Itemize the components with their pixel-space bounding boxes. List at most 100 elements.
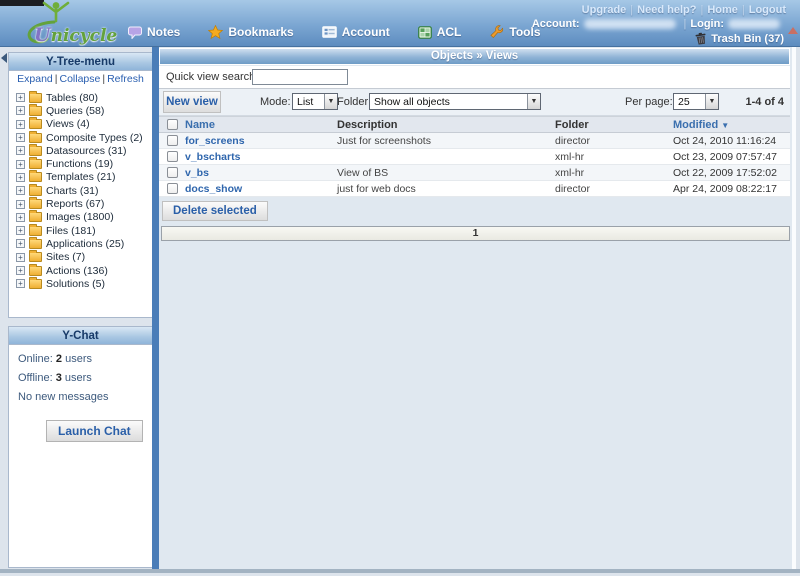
tree-item-solutions[interactable]: + Solutions (5) — [9, 277, 152, 290]
object-description: just for web docs — [337, 183, 555, 195]
nav-item-acl[interactable]: ACL — [418, 25, 462, 39]
tree-item-sites[interactable]: + Sites (7) — [9, 251, 152, 264]
trash-bin-link[interactable]: Trash Bin (37) — [695, 32, 784, 45]
expand-plus-icon[interactable]: + — [16, 266, 25, 275]
note-bubble-icon — [128, 26, 142, 39]
tree-item-views[interactable]: +Views (4) — [9, 118, 152, 131]
mode-select[interactable]: List ▼ — [292, 93, 338, 110]
tree-item-composite-types[interactable]: +Composite Types (2) — [9, 131, 152, 144]
delete-selected-button[interactable]: Delete selected — [162, 201, 268, 221]
expand-link[interactable]: Expand — [17, 73, 53, 85]
expand-plus-icon[interactable]: + — [16, 226, 25, 235]
tree-item-label: Solutions (5) — [46, 278, 105, 290]
objects-table: Name Description Folder Modified▼ for_sc… — [159, 116, 790, 197]
trash-icon — [694, 31, 708, 46]
nav-item-account[interactable]: Account — [322, 25, 390, 39]
link-need-help[interactable]: Need help? — [637, 4, 696, 16]
column-header-description[interactable]: Description — [337, 119, 555, 131]
select-all-checkbox[interactable] — [167, 119, 178, 130]
top-utility-links: Upgrade|Need help?|Home|Logout — [582, 4, 786, 16]
chat-body: Online: 2 users Offline: 3 users No new … — [9, 345, 152, 450]
expand-plus-icon[interactable]: + — [16, 106, 25, 115]
tree-item-files[interactable]: +Files (181) — [9, 224, 152, 237]
wrench-icon — [489, 25, 504, 39]
object-name-link[interactable]: for_screens — [185, 135, 245, 147]
nav-item-bookmarks[interactable]: Bookmarks — [208, 25, 293, 39]
link-home[interactable]: Home — [707, 4, 738, 16]
column-header-name[interactable]: Name — [185, 119, 337, 131]
expand-plus-icon[interactable]: + — [16, 160, 25, 169]
separator: | — [696, 4, 707, 16]
row-checkbox[interactable] — [167, 167, 178, 178]
object-folder: director — [555, 183, 673, 195]
link-upgrade[interactable]: Upgrade — [582, 4, 627, 16]
refresh-link[interactable]: Refresh — [107, 73, 144, 85]
page-bottom-border — [0, 569, 800, 573]
expand-plus-icon[interactable]: + — [16, 93, 25, 102]
expand-plus-icon[interactable]: + — [16, 173, 25, 182]
page-right-edge — [792, 47, 796, 570]
expand-plus-icon[interactable]: + — [16, 213, 25, 222]
tree-item-charts[interactable]: +Charts (31) — [9, 184, 152, 197]
object-name-link[interactable]: v_bs — [185, 167, 209, 179]
expand-plus-icon[interactable]: + — [16, 253, 25, 262]
account-label: Account: — [532, 18, 580, 30]
tree-item-actions[interactable]: +Actions (136) — [9, 264, 152, 277]
star-icon — [208, 25, 223, 39]
expand-plus-icon[interactable]: + — [16, 120, 25, 129]
row-checkbox[interactable] — [167, 135, 178, 146]
expand-plus-icon[interactable]: + — [16, 239, 25, 248]
tree-item-datasources[interactable]: +Datasources (31) — [9, 144, 152, 157]
expand-plus-icon[interactable]: + — [16, 146, 25, 155]
table-row: v_bs View of BS xml-hr Oct 22, 2009 17:5… — [159, 165, 790, 181]
tree-item-templates[interactable]: +Templates (21) — [9, 171, 152, 184]
expand-plus-icon[interactable]: + — [16, 133, 25, 142]
tree-item-queries[interactable]: +Queries (58) — [9, 104, 152, 117]
launch-chat-button[interactable]: Launch Chat — [46, 420, 143, 442]
nav-item-notes[interactable]: Notes — [128, 25, 180, 39]
object-folder: director — [555, 135, 673, 147]
object-modified: Oct 24, 2010 11:16:24 — [673, 135, 790, 147]
tree-item-functions[interactable]: +Functions (19) — [9, 157, 152, 170]
column-header-modified[interactable]: Modified▼ — [673, 119, 790, 131]
folder-icon — [29, 266, 42, 276]
page-number[interactable]: 1 — [473, 227, 479, 239]
expand-plus-icon[interactable]: + — [16, 200, 25, 209]
expand-plus-icon[interactable]: + — [16, 279, 25, 288]
object-name-link[interactable]: docs_show — [185, 183, 242, 195]
tree-actions: Expand|Collapse|Refresh — [9, 71, 152, 88]
mode-value: List — [293, 94, 324, 109]
folder-icon — [29, 172, 42, 182]
row-checkbox[interactable] — [167, 151, 178, 162]
tree-item-label: Images (1800) — [46, 211, 114, 223]
tree-item-reports[interactable]: +Reports (67) — [9, 197, 152, 210]
sidebar-main-divider[interactable] — [152, 47, 159, 570]
list-toolbar: New view Mode: List ▼ Folder: Show all o… — [159, 89, 790, 116]
chat-no-messages: No new messages — [18, 391, 143, 403]
expand-plus-icon[interactable]: + — [16, 186, 25, 195]
tree-item-applications[interactable]: +Applications (25) — [9, 237, 152, 250]
app-logo[interactable]: Unicycle — [10, 0, 128, 46]
tree-menu-panel: Y-Tree-menu Expand|Collapse|Refresh +Tab… — [8, 52, 153, 318]
sidebar-collapse-icon[interactable] — [1, 53, 7, 63]
panel-collapse-up-icon[interactable] — [788, 27, 798, 34]
tree-item-images[interactable]: + Images (1800) — [9, 211, 152, 224]
column-header-folder[interactable]: Folder — [555, 119, 673, 131]
tree-item-label: Sites (7) — [46, 251, 85, 263]
tree-item-tables[interactable]: +Tables (80) — [9, 91, 152, 104]
account-value-redacted — [584, 19, 676, 29]
object-description: View of BS — [337, 167, 555, 179]
per-page-label: Per page: — [625, 96, 673, 108]
folder-select[interactable]: Show all objects ▼ — [369, 93, 541, 110]
separator: | — [626, 4, 637, 16]
link-logout[interactable]: Logout — [749, 4, 786, 16]
new-view-button[interactable]: New view — [163, 91, 221, 113]
object-name-link[interactable]: v_bscharts — [185, 151, 240, 163]
per-page-select[interactable]: 25 ▼ — [673, 93, 719, 110]
result-range: 1-4 of 4 — [745, 96, 784, 108]
row-checkbox[interactable] — [167, 183, 178, 194]
quick-search-input[interactable] — [252, 69, 348, 85]
table-row: v_bscharts xml-hr Oct 23, 2009 07:57:47 — [159, 149, 790, 165]
per-page-value: 25 — [674, 94, 705, 109]
collapse-link[interactable]: Collapse — [60, 73, 101, 85]
